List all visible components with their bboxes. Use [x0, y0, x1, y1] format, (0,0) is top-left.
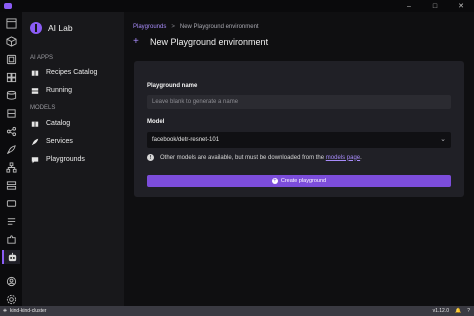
- app-icon: [4, 3, 12, 9]
- create-playground-label: Create playground: [280, 178, 327, 184]
- create-playground-button[interactable]: + Create playground: [147, 175, 451, 187]
- breadcrumb: Playgrounds > New Playground environment: [133, 24, 259, 30]
- close-button[interactable]: ✕: [448, 0, 474, 12]
- share-icon[interactable]: [4, 124, 18, 138]
- models-info: ! Other models are available, but must b…: [147, 154, 362, 161]
- bell-icon[interactable]: 🔔: [455, 308, 461, 314]
- sidebar-item-playgrounds[interactable]: Playgrounds: [30, 155, 85, 164]
- section-label-ai-apps: AI APPS: [30, 55, 54, 61]
- models-page-link[interactable]: models page: [326, 155, 360, 161]
- playground-form: Playground name Leave blank to generate …: [134, 61, 464, 197]
- kubernetes-icon[interactable]: [4, 214, 18, 228]
- sidebar-item-services[interactable]: Services: [30, 137, 73, 146]
- volumes-icon[interactable]: [4, 88, 18, 102]
- breadcrumb-separator: >: [171, 24, 175, 30]
- info-text: Other models are available, but must be …: [160, 154, 325, 161]
- book-icon: [30, 119, 39, 128]
- sidebar-item-recipes-catalog[interactable]: Recipes Catalog: [30, 68, 97, 77]
- sidebar-item-label: Recipes Catalog: [46, 69, 98, 76]
- help-icon[interactable]: ?: [467, 308, 470, 314]
- status-bar-right: v1.12.0 🔔 ?: [427, 308, 470, 314]
- ai-lab-logo-icon: [30, 22, 42, 34]
- brand-name: AI Lab: [48, 23, 73, 33]
- containers-icon[interactable]: [4, 34, 18, 48]
- sidebar-item-label: Playgrounds: [46, 156, 85, 163]
- plus-icon: +: [133, 36, 139, 47]
- page-header: + New Playground environment: [133, 36, 268, 47]
- chat-icon: [30, 155, 39, 164]
- version-label: v1.12.0: [432, 308, 449, 314]
- section-label-models: MODELS: [30, 105, 56, 111]
- sidebar-item-label: Catalog: [46, 120, 71, 127]
- status-bar: ⎈ kind-kind-cluster v1.12.0 🔔 ?: [0, 306, 474, 316]
- playground-name-label: Playground name: [147, 83, 198, 89]
- extensions-icon[interactable]: [4, 106, 18, 120]
- ai-lab-icon[interactable]: [2, 250, 20, 264]
- main-content: Playgrounds > New Playground environment…: [124, 12, 474, 306]
- title-bar: – □ ✕: [0, 0, 474, 12]
- cluster-name: kind-kind-cluster: [10, 308, 47, 314]
- breadcrumb-link-playgrounds[interactable]: Playgrounds: [133, 24, 166, 30]
- puzzle-icon[interactable]: [4, 232, 18, 246]
- sidebar-item-label: Services: [46, 138, 73, 145]
- settings-icon[interactable]: [4, 292, 18, 306]
- kubernetes-icon: ⎈: [3, 308, 8, 314]
- dashboard-icon[interactable]: [4, 16, 18, 30]
- server-icon: [30, 86, 39, 95]
- pods-icon[interactable]: [4, 52, 18, 66]
- book-icon: [30, 68, 39, 77]
- info-suffix: .: [360, 154, 362, 161]
- playground-name-input[interactable]: Leave blank to generate a name: [147, 95, 451, 109]
- account-icon[interactable]: [4, 274, 18, 288]
- model-select[interactable]: facebook/detr-resnet-101 ⌄: [147, 132, 451, 148]
- window-controls: – □ ✕: [396, 0, 474, 12]
- plus-circle-icon: +: [271, 178, 278, 184]
- rocket-icon[interactable]: [4, 142, 18, 156]
- network-icon[interactable]: [4, 160, 18, 174]
- model-label: Model: [147, 119, 165, 125]
- sidebar-item-catalog[interactable]: Catalog: [30, 119, 70, 128]
- page-title: New Playground environment: [150, 36, 269, 47]
- cluster-status[interactable]: ⎈ kind-kind-cluster: [3, 308, 46, 314]
- maximize-button[interactable]: □: [422, 0, 448, 12]
- sidebar-item-label: Running: [46, 87, 73, 94]
- sidebar: AI Lab AI APPS Recipes Catalog Running M…: [22, 12, 124, 306]
- rocket-icon: [30, 137, 39, 146]
- breadcrumb-current: New Playground environment: [179, 24, 259, 30]
- minimize-button[interactable]: –: [396, 0, 422, 12]
- images-icon[interactable]: [4, 70, 18, 84]
- info-icon: !: [147, 154, 154, 161]
- activity-bar: [0, 12, 22, 306]
- chevron-down-icon: ⌄: [440, 136, 446, 143]
- sidebar-item-running[interactable]: Running: [30, 86, 72, 95]
- brand: AI Lab: [30, 22, 73, 34]
- storage-icon[interactable]: [4, 178, 18, 192]
- deploy-icon[interactable]: [4, 196, 18, 210]
- model-select-value: facebook/detr-resnet-101: [152, 137, 220, 143]
